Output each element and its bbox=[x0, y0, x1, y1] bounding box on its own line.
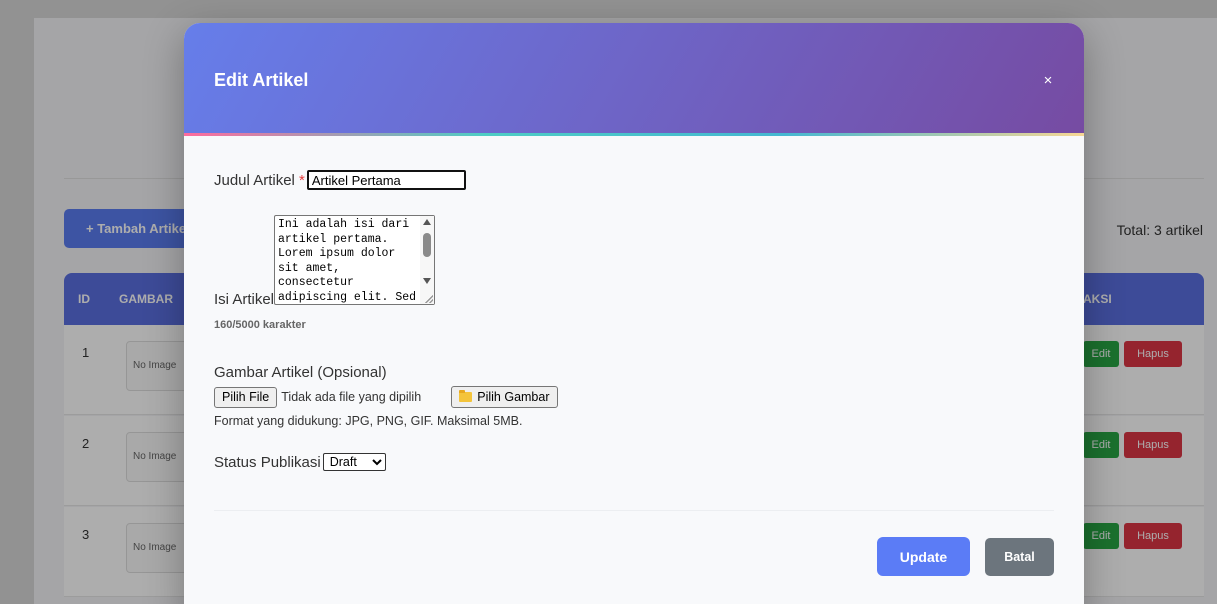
title-input[interactable] bbox=[306, 170, 466, 190]
pick-image-label: Pilih Gambar bbox=[477, 390, 550, 404]
modal-header: Edit Artikel × bbox=[184, 23, 1084, 136]
image-label: Gambar Artikel (Opsional) bbox=[214, 364, 387, 381]
content-label: Isi Artikel bbox=[214, 291, 275, 308]
file-status: Tidak ada file yang dipilih bbox=[281, 390, 422, 404]
footer-divider bbox=[214, 510, 1054, 511]
title-label: Judul Artikel * bbox=[214, 172, 305, 189]
scroll-up-icon[interactable] bbox=[423, 219, 431, 225]
pick-image-button[interactable]: Pilih Gambar bbox=[451, 386, 558, 408]
folder-icon bbox=[459, 390, 473, 402]
content-textarea[interactable]: Ini adalah isi dari artikel pertama. Lor… bbox=[275, 216, 421, 304]
status-label: Status Publikasi bbox=[214, 453, 321, 471]
edit-article-modal: Edit Artikel × Judul Artikel * Isi Artik… bbox=[184, 23, 1084, 604]
status-field-row: Status Publikasi Draft bbox=[214, 453, 386, 471]
textarea-scrollbar[interactable] bbox=[420, 216, 434, 304]
scroll-down-icon[interactable] bbox=[423, 278, 431, 284]
modal-title: Edit Artikel bbox=[214, 70, 309, 90]
content-textarea-wrapper: Ini adalah isi dari artikel pertama. Lor… bbox=[274, 215, 435, 305]
resize-grip-icon[interactable] bbox=[425, 295, 433, 303]
title-field-row: Judul Artikel * bbox=[214, 170, 466, 190]
file-input-row: Pilih File Tidak ada file yang dipilih P… bbox=[214, 386, 558, 408]
scroll-thumb[interactable] bbox=[423, 233, 431, 257]
update-button[interactable]: Update bbox=[877, 537, 970, 576]
cancel-button[interactable]: Batal bbox=[985, 538, 1054, 576]
character-counter: 160/5000 karakter bbox=[214, 319, 306, 331]
choose-file-button[interactable]: Pilih File bbox=[214, 386, 278, 408]
close-icon[interactable]: × bbox=[1038, 71, 1058, 91]
required-mark: * bbox=[299, 171, 305, 189]
status-select[interactable]: Draft bbox=[322, 453, 386, 471]
title-label-text: Judul Artikel bbox=[214, 171, 295, 189]
format-hint: Format yang didukung: JPG, PNG, GIF. Mak… bbox=[214, 414, 523, 428]
